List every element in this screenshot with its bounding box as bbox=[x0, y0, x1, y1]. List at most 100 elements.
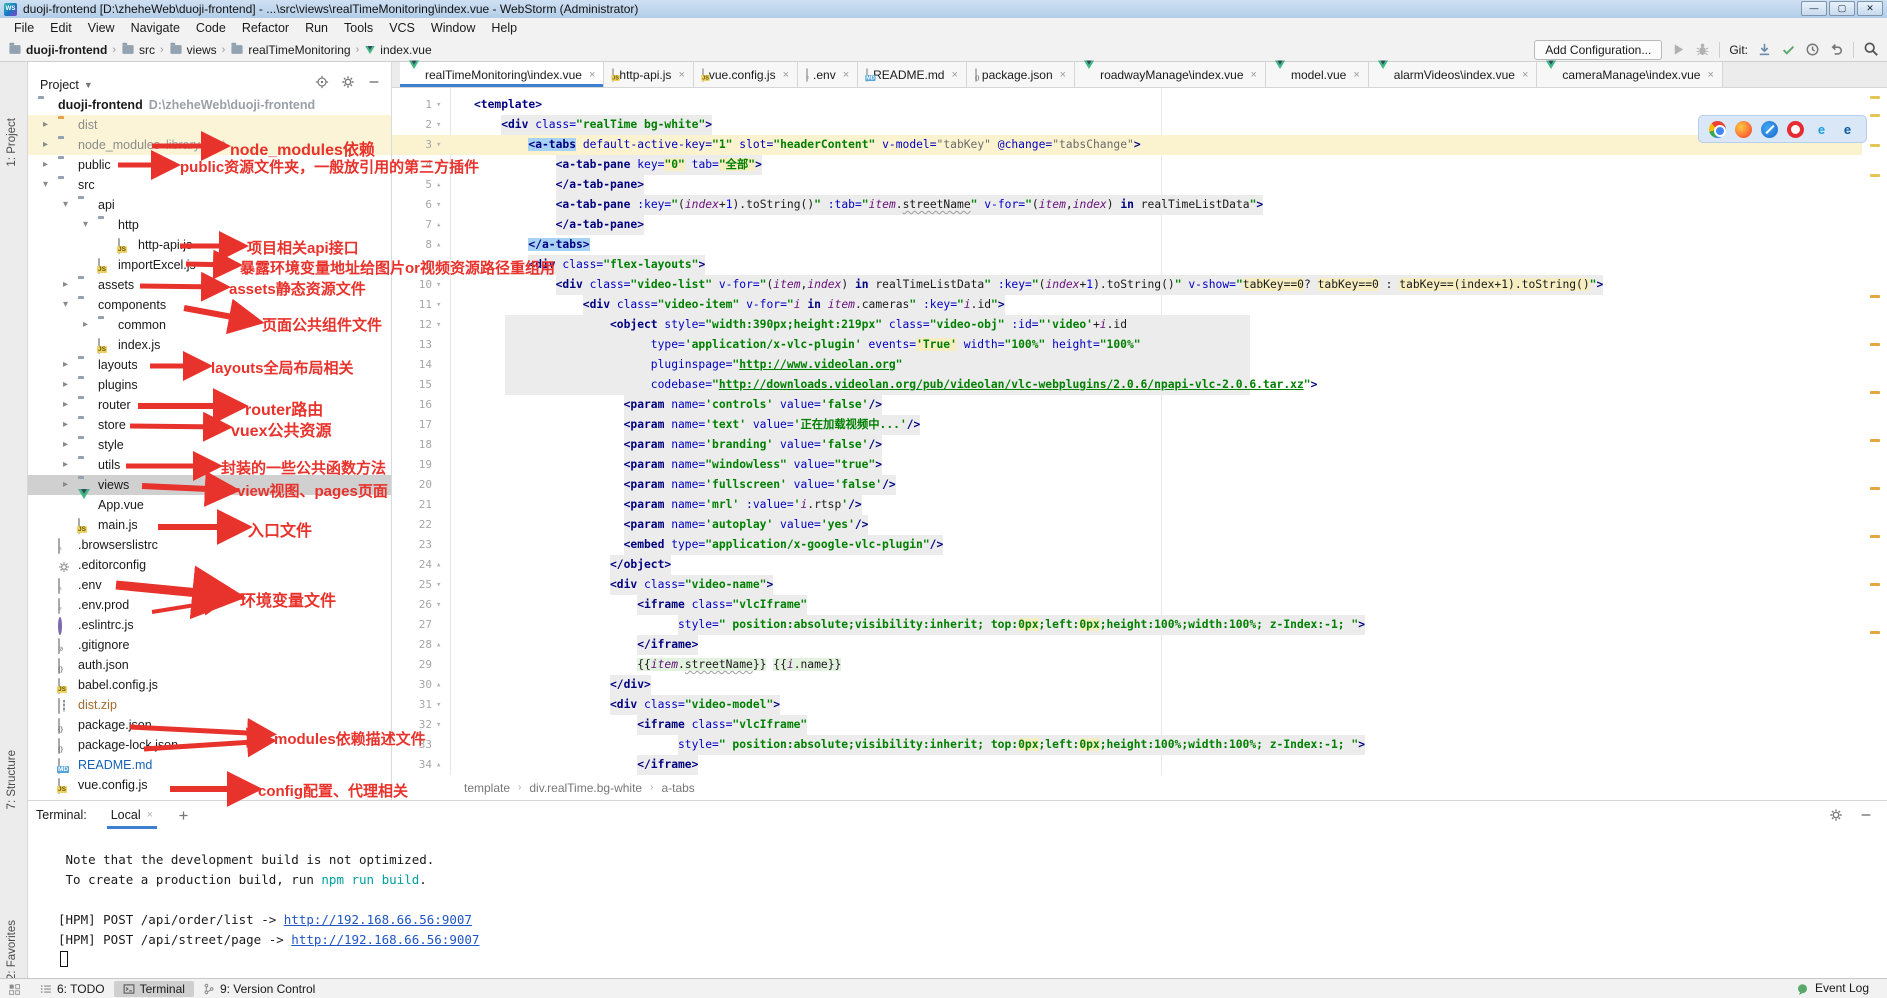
code-line-32[interactable]: 32▾<iframe class="vlcIframe" bbox=[392, 715, 1862, 735]
project-panel-header[interactable]: Project ▼ bbox=[28, 74, 391, 96]
close-icon[interactable]: × bbox=[843, 69, 849, 81]
minimize-button[interactable]: — bbox=[1801, 1, 1827, 16]
status-todo-button[interactable]: 6: TODO bbox=[31, 981, 114, 997]
editor-tab[interactable]: ≡.env× bbox=[798, 62, 858, 87]
firefox-browser-icon[interactable] bbox=[1735, 121, 1752, 138]
code-line-11[interactable]: 11▾<div class="video-item" v-for="i in i… bbox=[392, 295, 1862, 315]
edge-browser-icon[interactable]: e bbox=[1839, 121, 1856, 138]
ie-browser-icon[interactable]: e bbox=[1813, 121, 1830, 138]
editor-tab[interactable]: {}package.json× bbox=[967, 62, 1075, 87]
chevron-down-icon[interactable]: ▾ bbox=[43, 179, 48, 191]
status-version-control-button[interactable]: 9: Version Control bbox=[194, 981, 324, 997]
tree-item-utils[interactable]: ▸utils bbox=[28, 455, 392, 475]
hide-panel-icon[interactable] bbox=[367, 74, 381, 89]
run-button[interactable] bbox=[1671, 41, 1686, 59]
chevron-right-icon[interactable]: ▸ bbox=[63, 359, 68, 371]
stripe-project-button[interactable]: 1: Project bbox=[6, 118, 18, 167]
editor-breadcrumb-item[interactable]: div.realTime.bg-white bbox=[529, 781, 642, 795]
tree-item-common[interactable]: ▸common bbox=[28, 315, 392, 335]
fold-marker-icon[interactable]: ▾ bbox=[436, 295, 441, 315]
close-icon[interactable]: × bbox=[678, 69, 684, 81]
code-line-25[interactable]: 25▾<div class="video-name"> bbox=[392, 575, 1862, 595]
fold-marker-icon[interactable]: ▾ bbox=[436, 195, 441, 215]
tree-item-auth.json[interactable]: {}auth.json bbox=[28, 655, 392, 675]
menu-item-view[interactable]: View bbox=[80, 19, 123, 37]
chevron-right-icon[interactable]: ▸ bbox=[63, 379, 68, 391]
error-stripe-mark[interactable] bbox=[1870, 114, 1880, 117]
tree-item-router[interactable]: ▸router bbox=[28, 395, 392, 415]
code-line-34[interactable]: 34▴</iframe> bbox=[392, 755, 1862, 775]
tree-item-duoji-frontend[interactable]: ▾duoji-frontendD:\zheheWeb\duoji-fronten… bbox=[28, 95, 392, 115]
fold-marker-icon[interactable]: ▴ bbox=[436, 675, 441, 695]
code-line-19[interactable]: 19<param name="windowless" value="true"> bbox=[392, 455, 1862, 475]
tree-item-package.json[interactable]: {}package.json bbox=[28, 715, 392, 735]
error-stripe-mark[interactable] bbox=[1870, 391, 1880, 394]
error-stripe-mark[interactable] bbox=[1870, 343, 1880, 346]
error-stripe-mark[interactable] bbox=[1870, 631, 1880, 634]
chevron-down-icon[interactable]: ▾ bbox=[63, 299, 68, 311]
tree-item-public[interactable]: ▸public bbox=[28, 155, 392, 175]
menu-item-file[interactable]: File bbox=[6, 19, 42, 37]
code-line-13[interactable]: 13type='application/x-vlc-plugin' events… bbox=[392, 335, 1862, 355]
menu-item-window[interactable]: Window bbox=[423, 19, 483, 37]
close-icon[interactable]: × bbox=[1251, 69, 1257, 81]
event-log-button[interactable]: Event Log bbox=[1796, 981, 1879, 995]
editor-tab[interactable]: alarmVideos\index.vue× bbox=[1369, 62, 1538, 87]
fold-marker-icon[interactable]: ▴ bbox=[436, 175, 441, 195]
code-line-23[interactable]: 23<embed type="application/x-google-vlc-… bbox=[392, 535, 1862, 555]
fold-marker-icon[interactable]: ▾ bbox=[436, 595, 441, 615]
tree-item-README.md[interactable]: MDREADME.md bbox=[28, 755, 392, 775]
tree-item-http[interactable]: ▾http bbox=[28, 215, 392, 235]
fold-marker-icon[interactable]: ▾ bbox=[436, 315, 441, 335]
menu-item-refactor[interactable]: Refactor bbox=[234, 19, 297, 37]
opera-browser-icon[interactable] bbox=[1787, 121, 1804, 138]
chevron-right-icon[interactable]: ▸ bbox=[43, 119, 48, 131]
git-rollback-icon[interactable] bbox=[1829, 41, 1844, 59]
tree-item-store[interactable]: ▸store bbox=[28, 415, 392, 435]
fold-marker-icon[interactable]: ▴ bbox=[436, 635, 441, 655]
tree-item-.browserslistrc[interactable]: ≡.browserslistrc bbox=[28, 535, 392, 555]
menu-item-tools[interactable]: Tools bbox=[336, 19, 381, 37]
code-line-22[interactable]: 22<param name='autoplay' value='yes'/> bbox=[392, 515, 1862, 535]
tree-item-layouts[interactable]: ▸layouts bbox=[28, 355, 392, 375]
code-line-27[interactable]: 27style=" position:absolute;visibility:i… bbox=[392, 615, 1862, 635]
editor-tab[interactable]: roadwayManage\index.vue× bbox=[1075, 62, 1266, 87]
code-editor[interactable]: 1▾<template>2▾<div class="realTime bg-wh… bbox=[392, 88, 1887, 775]
code-line-28[interactable]: 28▴</iframe> bbox=[392, 635, 1862, 655]
code-line-26[interactable]: 26▾<iframe class="vlcIframe" bbox=[392, 595, 1862, 615]
tree-item-.gitignore[interactable]: ⊘.gitignore bbox=[28, 635, 392, 655]
error-stripe-mark[interactable] bbox=[1870, 295, 1880, 298]
git-history-clock-icon[interactable] bbox=[1805, 41, 1820, 59]
close-icon[interactable]: × bbox=[951, 69, 957, 81]
code-line-1[interactable]: 1▾<template> bbox=[392, 95, 1862, 115]
code-line-31[interactable]: 31▾<div class="video-model"> bbox=[392, 695, 1862, 715]
close-icon[interactable]: × bbox=[147, 809, 153, 821]
close-icon[interactable]: × bbox=[1522, 69, 1528, 81]
chevron-right-icon[interactable]: ▸ bbox=[63, 479, 68, 491]
terminal-gear-icon[interactable] bbox=[1829, 807, 1843, 822]
code-line-29[interactable]: 29{{item.streetName}} {{i.name}} bbox=[392, 655, 1862, 675]
menu-item-edit[interactable]: Edit bbox=[42, 19, 80, 37]
editor-tab[interactable]: MDREADME.md× bbox=[858, 62, 967, 87]
terminal-minimize-icon[interactable] bbox=[1859, 807, 1873, 822]
tree-item-.editorconfig[interactable]: .editorconfig bbox=[28, 555, 392, 575]
fold-marker-icon[interactable]: ▴ bbox=[436, 215, 441, 235]
error-stripe-mark[interactable] bbox=[1870, 96, 1880, 99]
chevron-down-icon[interactable]: ▾ bbox=[63, 199, 68, 211]
code-line-6[interactable]: 6▾<a-tab-pane :key="(index+1).toString()… bbox=[392, 195, 1862, 215]
fold-marker-icon[interactable]: ▾ bbox=[436, 575, 441, 595]
chevron-right-icon[interactable]: ▸ bbox=[63, 459, 68, 471]
tree-item-http-api.js[interactable]: JShttp-api.js bbox=[28, 235, 392, 255]
tree-item-App.vue[interactable]: App.vue bbox=[28, 495, 392, 515]
tree-item-.env.prod[interactable]: ≡.env.prod bbox=[28, 595, 392, 615]
tree-item-main.js[interactable]: JSmain.js bbox=[28, 515, 392, 535]
editor-tab[interactable]: JShttp-api.js× bbox=[604, 62, 693, 87]
code-line-12[interactable]: 12▾<object style="width:390px;height:219… bbox=[392, 315, 1862, 335]
chevron-down-icon[interactable]: ▾ bbox=[83, 219, 88, 231]
code-line-4[interactable]: 4▾<a-tab-pane key="0" tab="全部"> bbox=[392, 155, 1862, 175]
maximize-button[interactable]: ▢ bbox=[1829, 1, 1855, 16]
fold-marker-icon[interactable]: ▾ bbox=[436, 95, 441, 115]
close-icon[interactable]: × bbox=[1060, 69, 1066, 81]
editor-breadcrumb-item[interactable]: template bbox=[464, 781, 510, 795]
code-line-24[interactable]: 24▴</object> bbox=[392, 555, 1862, 575]
